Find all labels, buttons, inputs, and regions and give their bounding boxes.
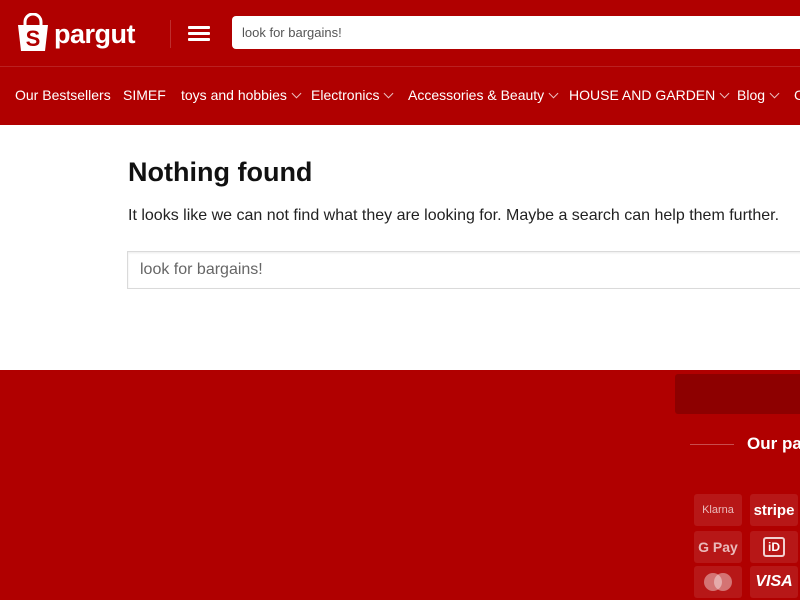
chevron-down-icon [769, 88, 780, 98]
shopping-bag-logo-icon: S [18, 13, 48, 51]
header-divider [170, 20, 171, 48]
search-input[interactable] [127, 251, 800, 289]
svg-text:S: S [26, 26, 41, 51]
nav-item-label: Blog [737, 87, 766, 103]
page-title: Nothing found [128, 157, 313, 187]
nav-item-our-bestsellers[interactable]: Our Bestsellers [15, 87, 111, 103]
ideal-icon: iD [750, 531, 798, 563]
payment-partners-heading: Our pa [747, 434, 800, 453]
stripe-icon: stripe [750, 494, 798, 526]
payment-label: G Pay [698, 539, 738, 555]
nav-item-blog[interactable]: Blog [737, 87, 780, 103]
nav-item-label: Our Bestsellers [15, 87, 111, 103]
visa-icon: VISA [750, 566, 798, 598]
nav-item-label: Accessories & Beauty [408, 87, 545, 103]
footer-button[interactable] [675, 374, 800, 414]
nav-item-label: Electronics [311, 87, 380, 103]
main-content: Nothing found It looks like we can not f… [0, 125, 800, 370]
hamburger-menu-icon[interactable] [186, 22, 214, 44]
header-search-input[interactable] [232, 16, 800, 49]
mastercard-icon [694, 566, 742, 598]
nav-item-accessories-beauty[interactable]: Accessories & Beauty [408, 87, 559, 103]
chevron-down-icon [291, 88, 302, 98]
site-logo[interactable]: S pargut [14, 12, 136, 54]
klarna-icon: Klarna [694, 494, 742, 526]
nav-item-simef[interactable]: SIMEF [123, 87, 166, 103]
nav-item-electronics[interactable]: Electronics [311, 87, 394, 103]
payment-label: VISA [755, 573, 793, 590]
no-results-message: It looks like we can not find what they … [128, 207, 780, 224]
nav-item-label: SIMEF [123, 87, 166, 103]
top-bar: S pargut [0, 0, 800, 66]
nav-item-label: C [794, 87, 800, 103]
payment-label: Klarna [702, 504, 734, 516]
mastercard-circles [704, 573, 732, 591]
nav-item-label: HOUSE AND GARDEN [569, 87, 716, 103]
nav-item-label: toys and hobbies [181, 87, 287, 103]
nav-item-house-and-garden[interactable]: HOUSE AND GARDEN [569, 87, 730, 103]
google-pay-icon: G Pay [694, 531, 742, 563]
payment-label: iD [763, 537, 785, 557]
nav-item-truncated[interactable]: C [794, 87, 800, 103]
chevron-down-icon [548, 88, 559, 98]
site-footer: Our pa Klarna stripe G Pay iD VISA [0, 370, 800, 600]
main-navigation: Our Bestsellers SIMEF toys and hobbies E… [0, 66, 800, 125]
chevron-down-icon [384, 88, 394, 98]
chevron-down-icon [719, 88, 730, 98]
payment-label: stripe [753, 501, 795, 519]
nav-item-toys-and-hobbies[interactable]: toys and hobbies [181, 87, 302, 103]
footer-heading-divider [690, 444, 734, 445]
logo-wordmark: pargut [54, 18, 136, 49]
